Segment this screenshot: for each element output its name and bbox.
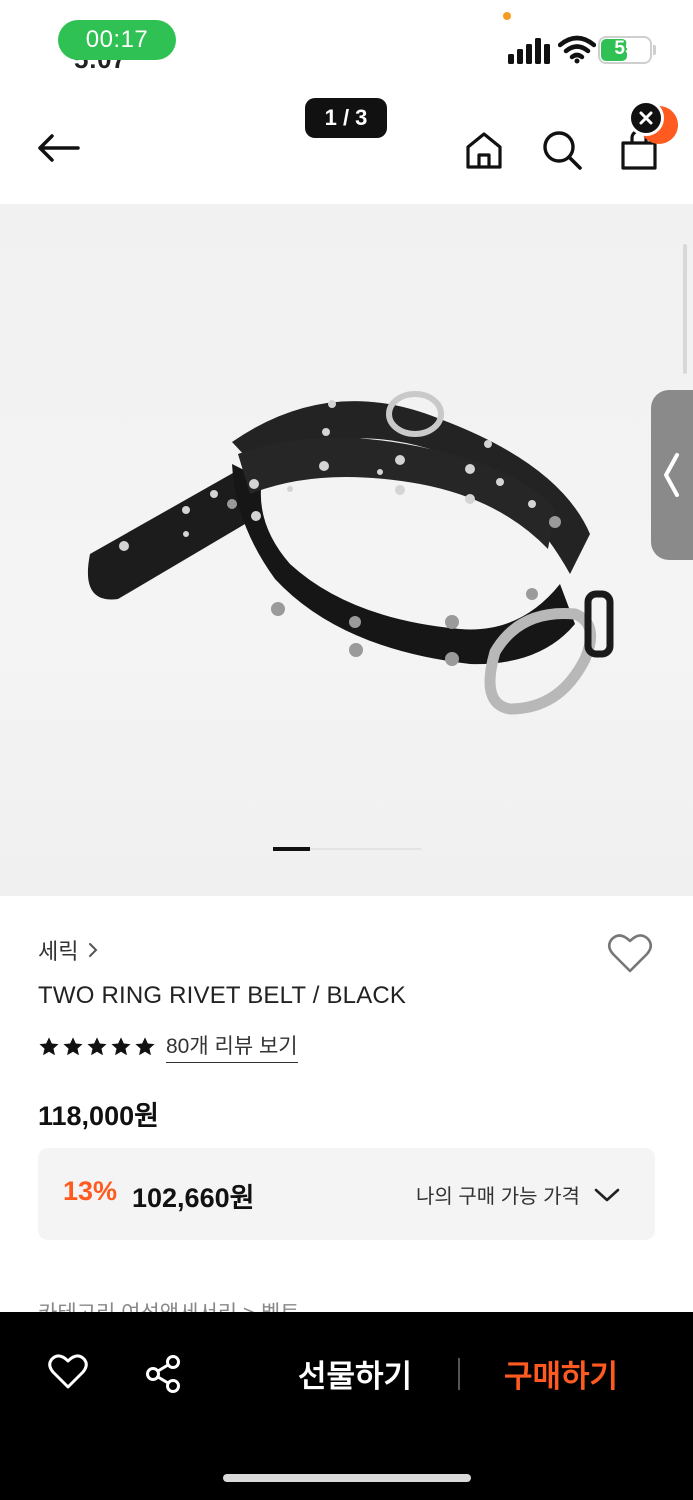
buy-button[interactable]: 구매하기: [476, 1352, 646, 1402]
original-price: 118,000원: [38, 1101, 159, 1131]
share-button[interactable]: [144, 1354, 188, 1394]
battery-level: 55: [614, 38, 636, 59]
battery-indicator: 55: [598, 36, 656, 64]
search-button[interactable]: [538, 126, 586, 174]
chevron-left-icon: [664, 453, 679, 497]
star-icon: [135, 1036, 155, 1055]
heart-outline-icon: [607, 934, 653, 973]
wifi-icon: [558, 35, 596, 64]
rating-row: 80개 리뷰 보기: [38, 1030, 298, 1063]
chevron-down-icon: [594, 1188, 620, 1201]
bottom-wishlist-button[interactable]: [48, 1354, 92, 1394]
home-indicator-bar[interactable]: [223, 1474, 471, 1482]
close-icon: [639, 111, 653, 125]
discount-price-box[interactable]: 13% 102,660원 나의 구매 가능 가격: [38, 1148, 655, 1240]
cellular-signal-icon: [508, 38, 550, 64]
rating-stars: [38, 1036, 156, 1058]
product-image-gallery[interactable]: [0, 204, 693, 896]
gift-button[interactable]: 선물하기: [270, 1352, 440, 1402]
product-name: TWO RING RIVET BELT / BLACK: [38, 982, 407, 1009]
star-icon: [39, 1036, 59, 1055]
gallery-progress-track: [310, 848, 421, 850]
star-icon: [111, 1036, 131, 1055]
side-panel-tab[interactable]: [651, 390, 693, 560]
star-icon: [87, 1036, 107, 1055]
brand-name: 세릭: [38, 939, 79, 964]
back-button[interactable]: [30, 128, 86, 168]
search-icon: [543, 131, 582, 170]
home-button[interactable]: [460, 126, 508, 174]
bottom-bar-divider: [458, 1358, 460, 1390]
top-navigation: 1 / 3: [0, 90, 693, 204]
gallery-progress-active: [273, 847, 310, 851]
image-page-indicator: 1 / 3: [305, 98, 387, 138]
chevron-right-icon: [89, 943, 98, 957]
heart-outline-icon: [48, 1354, 88, 1389]
gallery-pagination: [273, 847, 421, 851]
product-info-section: 세릭 TWO RING RIVET BELT / BLACK 80개 리뷰 보기…: [0, 896, 693, 1316]
close-overlay-button[interactable]: [628, 100, 664, 136]
product-belt-image: [87, 391, 614, 715]
home-icon: [466, 132, 502, 169]
my-price-label: 나의 구매 가능 가격: [416, 1186, 580, 1208]
sale-price: 102,660원: [132, 1183, 255, 1213]
review-link[interactable]: 80개 리뷰 보기: [166, 1030, 298, 1063]
status-bar: 5:07 00:17 55: [0, 0, 693, 90]
battery-nub: [653, 45, 656, 55]
bottom-action-bar: 선물하기 구매하기: [0, 1312, 693, 1500]
status-time-pill[interactable]: 00:17: [58, 20, 176, 60]
privacy-indicator-dot: [503, 12, 511, 20]
back-arrow-icon: [38, 134, 80, 162]
vertical-scroll-track[interactable]: [683, 244, 687, 374]
star-icon: [63, 1036, 83, 1055]
discount-rate: 13%: [63, 1176, 118, 1206]
my-price-toggle[interactable]: 나의 구매 가능 가격: [416, 1180, 620, 1209]
wishlist-button[interactable]: [607, 932, 653, 976]
brand-link[interactable]: 세릭: [38, 934, 98, 966]
share-icon: [146, 1355, 180, 1393]
